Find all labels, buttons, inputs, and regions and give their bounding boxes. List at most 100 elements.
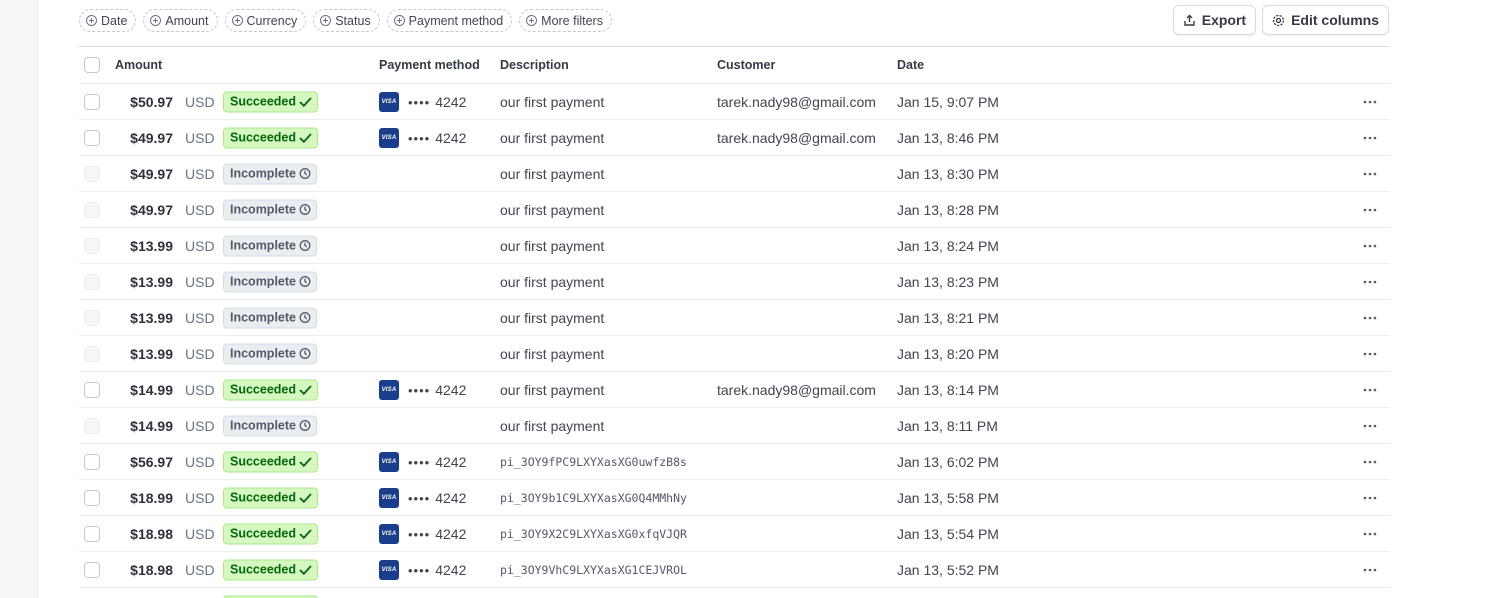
table-row[interactable]: $49.97 USD Succeeded VISA •••• 4242 our first …	[79, 120, 1390, 156]
table-row[interactable]: $49.97 USD Incomplete our first payment Jan …	[79, 192, 1390, 228]
clock-icon	[299, 204, 311, 216]
table-row[interactable]: $14.99 USD Succeeded VISA •••• 4242 our first …	[79, 372, 1390, 408]
card-last4-digits: 4242	[435, 93, 467, 110]
more-actions-icon[interactable]	[1362, 454, 1378, 470]
more-actions-icon[interactable]	[1362, 94, 1378, 110]
description-text: our first payment	[500, 165, 605, 182]
amount-value: $14.99	[130, 417, 173, 434]
filter-chip-label: Payment method	[408, 13, 504, 28]
status-badge: Incomplete	[223, 343, 317, 364]
table-actions: Export Edit columns	[1172, 5, 1389, 35]
table-row[interactable]: $13.99 USD Incomplete our first payment Jan …	[79, 228, 1390, 264]
status-badge: Incomplete	[223, 199, 317, 220]
filter-chip-label: Date	[101, 13, 128, 28]
customer-email[interactable]: tarek.nady98@gmail.com	[717, 130, 876, 146]
export-label: Export	[1201, 12, 1247, 28]
more-actions-icon[interactable]	[1362, 526, 1378, 542]
more-actions-icon[interactable]	[1362, 418, 1378, 434]
more-actions-icon[interactable]	[1362, 490, 1378, 506]
row-checkbox[interactable]	[84, 93, 100, 110]
column-header-payment-method[interactable]: Payment method	[379, 58, 480, 72]
clock-icon	[299, 240, 311, 252]
clock-icon	[299, 168, 311, 180]
table-row[interactable]: $14.99 USD Incomplete our first payment Jan …	[79, 408, 1390, 444]
description-text: pi_3OY9X2C9LXYXasXG0xfqVJQR	[500, 526, 687, 541]
row-checkbox[interactable]	[84, 453, 100, 470]
more-actions-icon[interactable]	[1362, 310, 1378, 326]
row-checkbox	[84, 237, 100, 254]
export-button[interactable]: Export	[1172, 5, 1257, 35]
table-row[interactable]: Succeeded	[79, 588, 1390, 598]
filter-chip-more-filters[interactable]: More filters	[519, 9, 612, 32]
edit-columns-button[interactable]: Edit columns	[1262, 5, 1389, 35]
filter-chip-status[interactable]: Status	[313, 9, 380, 32]
more-actions-icon[interactable]	[1362, 238, 1378, 254]
row-checkbox[interactable]	[84, 561, 100, 578]
column-header-customer[interactable]: Customer	[717, 58, 775, 72]
column-header-description[interactable]: Description	[500, 58, 569, 72]
amount-value: $13.99	[130, 237, 173, 254]
row-checkbox[interactable]	[84, 381, 100, 398]
more-actions-icon[interactable]	[1362, 346, 1378, 362]
column-header-amount[interactable]: Amount	[115, 58, 162, 72]
status-badge: Succeeded	[223, 379, 319, 400]
card-last4: •••• 4242	[408, 526, 466, 542]
payment-date: Jan 13, 5:52 PM	[897, 561, 999, 578]
currency-code: USD	[185, 93, 215, 110]
currency-code: USD	[185, 165, 215, 182]
checkmark-icon	[299, 132, 312, 143]
table-row[interactable]: $56.97 USD Succeeded VISA •••• 4242 pi_3OY9fPC…	[79, 444, 1390, 480]
status-label: Succeeded	[230, 526, 297, 541]
filter-chip-currency[interactable]: Currency	[224, 9, 307, 32]
select-all-checkbox[interactable]	[84, 57, 100, 73]
filter-chip-date[interactable]: Date	[79, 9, 137, 32]
table-row[interactable]: $49.97 USD Incomplete our first payment Jan …	[79, 156, 1390, 192]
row-checkbox[interactable]	[84, 525, 100, 542]
status-label: Succeeded	[230, 94, 297, 109]
table-body: $50.97 USD Succeeded VISA •••• 4242 our first …	[79, 84, 1390, 598]
more-actions-icon[interactable]	[1362, 130, 1378, 146]
currency-code: USD	[185, 129, 215, 146]
payment-date: Jan 13, 8:46 PM	[897, 129, 999, 146]
more-actions-icon[interactable]	[1362, 274, 1378, 290]
card-mask-dots: ••••	[408, 490, 431, 506]
amount-value: $13.99	[130, 309, 173, 326]
plus-circle-icon	[231, 15, 243, 26]
status-label: Succeeded	[230, 382, 297, 397]
column-header-date[interactable]: Date	[897, 58, 924, 72]
row-checkbox	[84, 417, 100, 434]
table-row[interactable]: $13.99 USD Incomplete our first payment Jan …	[79, 264, 1390, 300]
clock-icon	[299, 420, 311, 432]
status-badge: Incomplete	[223, 235, 317, 256]
table-row[interactable]: $18.98 USD Succeeded VISA •••• 4242 pi_3OY9X2C…	[79, 516, 1390, 552]
filter-chip-label: More filters	[541, 13, 603, 28]
table-row[interactable]: $18.99 USD Succeeded VISA •••• 4242 pi_3OY9b1C…	[79, 480, 1390, 516]
gear-icon	[1272, 14, 1285, 27]
more-actions-icon[interactable]	[1362, 202, 1378, 218]
filter-chip-amount[interactable]: Amount	[143, 9, 218, 32]
table-row[interactable]: $13.99 USD Incomplete our first payment Jan …	[79, 300, 1390, 336]
visa-card-icon: VISA	[379, 127, 399, 148]
table-row[interactable]: $50.97 USD Succeeded VISA •••• 4242 our first …	[79, 84, 1390, 120]
table-row[interactable]: $13.99 USD Incomplete our first payment Jan …	[79, 336, 1390, 372]
customer-email[interactable]: tarek.nady98@gmail.com	[717, 382, 876, 398]
status-label: Incomplete	[230, 418, 296, 433]
payment-date: Jan 13, 5:58 PM	[897, 489, 999, 506]
row-checkbox[interactable]	[84, 129, 100, 146]
currency-code: USD	[185, 489, 215, 506]
more-actions-icon[interactable]	[1362, 562, 1378, 578]
card-last4-digits: 4242	[435, 381, 467, 398]
amount-value: $13.99	[130, 273, 173, 290]
more-actions-icon[interactable]	[1362, 382, 1378, 398]
filter-chip-payment-method[interactable]: Payment method	[386, 9, 513, 32]
more-actions-icon[interactable]	[1362, 166, 1378, 182]
row-checkbox[interactable]	[84, 489, 100, 506]
payment-date: Jan 13, 8:28 PM	[897, 201, 999, 218]
table-row[interactable]: $18.98 USD Succeeded VISA •••• 4242 pi_3OY9VhC…	[79, 552, 1390, 588]
row-checkbox	[84, 309, 100, 326]
payment-date: Jan 13, 8:14 PM	[897, 381, 999, 398]
customer-email[interactable]: tarek.nady98@gmail.com	[717, 94, 876, 110]
card-last4-digits: 4242	[435, 525, 467, 542]
plus-circle-icon	[320, 15, 332, 26]
payments-table: Amount Payment method Description Custom…	[79, 46, 1390, 598]
